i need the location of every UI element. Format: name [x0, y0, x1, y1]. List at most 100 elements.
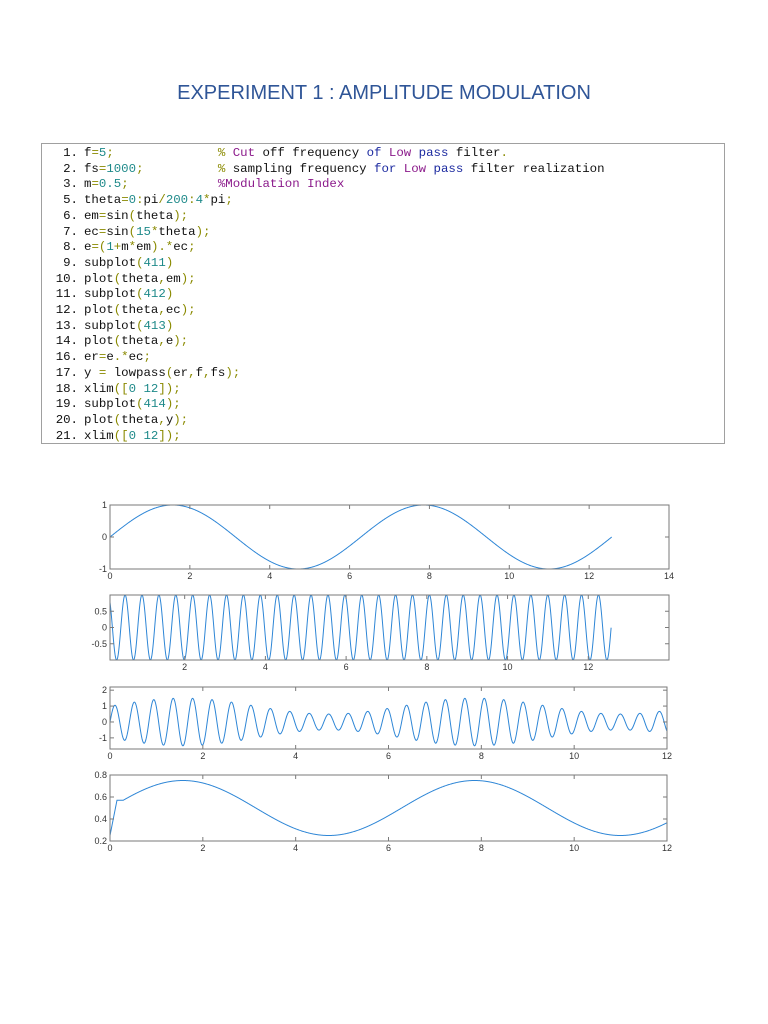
code-token: er [173, 365, 189, 380]
code-token: plot [84, 271, 114, 286]
code-token: 1 [106, 240, 114, 255]
line-number: 13. [55, 318, 78, 333]
code-line: 16. er=e.*ec; [52, 350, 724, 366]
code-token: theta [158, 224, 196, 239]
code-token: theta [84, 193, 122, 208]
code-token: 0.5 [98, 177, 122, 192]
code-token: sampling frequency [225, 161, 375, 176]
code-token: ).* [150, 240, 174, 255]
code-token: 414 [143, 397, 166, 412]
line-number: 2. [63, 161, 78, 176]
code-token: fs [84, 161, 99, 176]
x-tick-label: 14 [664, 571, 674, 581]
code-token: for [374, 161, 397, 176]
line-number: 20. [55, 412, 78, 427]
code-token: ( [136, 287, 144, 302]
code-token: = [91, 177, 99, 192]
code-token: %Modulation Index [217, 177, 345, 192]
code-token: sin [106, 208, 129, 223]
code-line: 17. y = lowpass(er,f,fs); [52, 366, 724, 382]
code-line: 13. subplot(413) [52, 319, 724, 335]
code-token: = [91, 146, 99, 160]
code-line: 2. fs=1000; % sampling frequency for Low … [52, 162, 724, 178]
y-tick-label: 0.4 [94, 814, 107, 824]
code-token: .* [113, 350, 129, 365]
line-number: 21. [55, 428, 78, 443]
x-tick-label: 2 [182, 662, 187, 672]
x-tick-label: 8 [479, 843, 484, 853]
line-number: 5. [63, 193, 78, 208]
x-tick-label: 10 [503, 662, 513, 672]
y-tick-label: 0.8 [94, 770, 107, 780]
code-line: 21. xlim([0 12]); [52, 429, 724, 445]
code-token: ); [173, 334, 189, 349]
x-tick-label: 6 [386, 751, 391, 761]
code-token: 200 [165, 193, 189, 208]
code-token: e [106, 350, 114, 365]
code-token: pi [210, 193, 226, 208]
message-signal-axes-box [109, 504, 670, 570]
y-tick-label: -0.5 [91, 639, 107, 649]
code-line: 7. ec=sin(15*theta); [52, 225, 724, 241]
line-number: 18. [55, 381, 78, 396]
code-token: ); [180, 271, 196, 286]
code-token: subplot [84, 397, 137, 412]
x-tick-label: 4 [263, 662, 268, 672]
code-token: ) [165, 318, 174, 333]
y-tick-label: 2 [102, 685, 107, 695]
x-tick-label: 10 [569, 843, 579, 853]
code-token: pass [418, 146, 449, 160]
code-token: pass [433, 161, 464, 176]
line-number: 12. [55, 303, 78, 318]
code-line: 14. plot(theta,e); [52, 334, 724, 350]
code-token: er [84, 350, 99, 365]
code-token: ); [180, 303, 196, 318]
y-tick-label: -1 [99, 564, 107, 574]
code-token: 412 [143, 287, 166, 302]
code-token: ; [143, 350, 151, 365]
code-token: : [188, 193, 196, 208]
code-token: 0 [128, 193, 137, 208]
code-token: 0 12 [128, 428, 159, 443]
document-page: EXPERIMENT 1 : AMPLITUDE MODULATION 1. f=… [0, 0, 768, 1024]
code-token: subplot [84, 318, 137, 333]
code-token: ) [165, 287, 174, 302]
code-token: ; [225, 193, 233, 208]
code-token: ; [188, 240, 196, 255]
x-tick-label: 12 [583, 662, 593, 672]
code-token: ( [128, 224, 137, 239]
x-tick-label: 0 [107, 843, 112, 853]
x-tick-label: 0 [107, 571, 112, 581]
code-token: y [84, 365, 99, 380]
code-token: ( [136, 255, 144, 270]
code-token: ; [106, 146, 114, 160]
code-token: ); [173, 412, 189, 427]
x-tick-label: 12 [584, 571, 594, 581]
code-token: ec [165, 303, 181, 318]
code-line: 3. m=0.5; %Modulation Index [52, 177, 724, 193]
code-token: . [500, 146, 508, 160]
line-number: 3. [63, 177, 78, 192]
code-token: plot [84, 412, 114, 427]
x-tick-label: 6 [386, 843, 391, 853]
code-token: = [121, 193, 129, 208]
code-line: 1. f=5; % Cut off frequency of Low pass f… [52, 146, 724, 162]
code-token: ([ [113, 428, 129, 443]
code-token: theta [121, 334, 159, 349]
code-token: off frequency [255, 146, 367, 160]
code-token: theta [121, 271, 159, 286]
code-line: 12. plot(theta,ec); [52, 303, 724, 319]
plots-figure: 0 2 4 6 8 10 12 14-1012 4 6 8 10 120.50-0.50 2 4 6 8 10 12… [91, 500, 674, 853]
code-token: Low [388, 146, 412, 160]
code-token: of [366, 146, 382, 160]
line-number: 11. [55, 287, 78, 302]
code-token: ( [136, 397, 144, 412]
code-token: Low [403, 161, 427, 176]
code-token: , [158, 303, 166, 318]
x-tick-label: 10 [504, 571, 514, 581]
code-token: * [128, 240, 137, 255]
